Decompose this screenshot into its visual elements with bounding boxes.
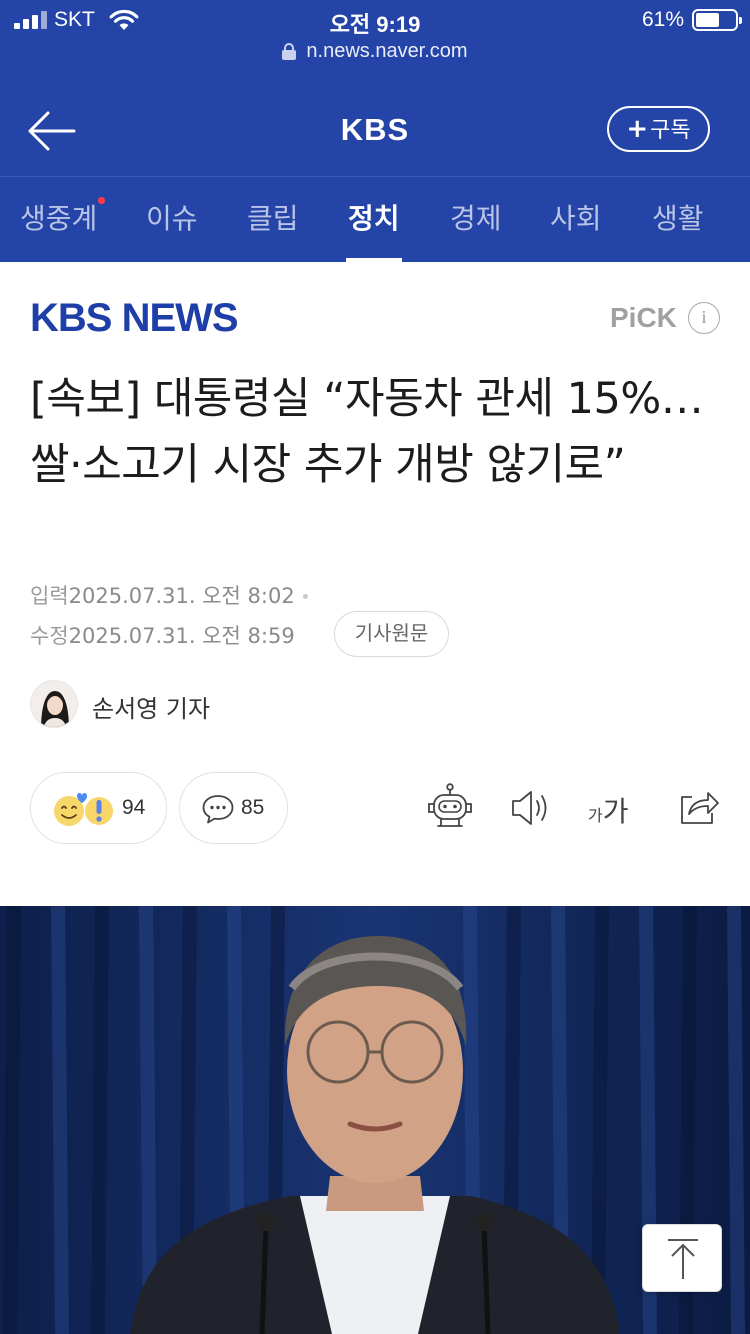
tab-label: 사회: [550, 202, 602, 235]
share-icon[interactable]: [672, 782, 724, 834]
arrow-up-icon: [668, 1239, 698, 1279]
reporter-name[interactable]: 손서영 기자: [92, 689, 210, 724]
top-bar: SKT 오전 9:19 61% n.news.naver.com KBS +구독…: [0, 0, 750, 263]
tab-politics[interactable]: 정치: [346, 177, 402, 263]
tab-label: 경제: [450, 202, 502, 235]
status-time: 오전 9:19: [329, 12, 421, 37]
comment-count: 85: [241, 796, 265, 819]
back-arrow-icon[interactable]: [26, 106, 78, 156]
speaker-icon[interactable]: [506, 782, 558, 834]
tab-society[interactable]: 사회: [550, 177, 602, 263]
tab-life[interactable]: 생활: [652, 177, 704, 263]
modified-label: 수정: [30, 624, 69, 648]
address-bar[interactable]: n.news.naver.com: [0, 40, 750, 70]
article-photo[interactable]: [0, 906, 750, 1334]
info-icon[interactable]: i: [688, 302, 720, 334]
press-logo[interactable]: KBS NEWS: [30, 298, 239, 338]
input-datetime: 2025.07.31. 오전 8:02: [68, 584, 295, 608]
lock-icon: [282, 43, 297, 60]
tab-label: 클립: [247, 202, 299, 235]
subscribe-label: 구독: [650, 118, 691, 143]
reaction-count: 94: [122, 796, 146, 819]
modified-datetime: 2025.07.31. 오전 8:59: [68, 624, 295, 648]
font-size-large: 가: [602, 795, 629, 828]
ai-summary-robot-icon[interactable]: [424, 782, 476, 834]
reaction-emoji-icon: [54, 793, 113, 826]
tab-label: 정치: [348, 202, 400, 235]
separator-dot: [302, 594, 308, 599]
reporter-avatar[interactable]: [30, 680, 78, 728]
tab-economy[interactable]: 경제: [450, 177, 502, 263]
modified-date: 수정2025.07.31. 오전 8:59: [30, 620, 295, 650]
reaction-button[interactable]: 94: [30, 772, 167, 844]
tab-label: 생활: [652, 202, 704, 235]
comment-button[interactable]: 85: [179, 772, 288, 844]
battery-percent: 61%: [641, 8, 684, 31]
category-tabs: 생중계 이슈 클립 정치 경제 사회 생활: [0, 176, 750, 263]
status-bar: SKT 오전 9:19 61%: [0, 0, 750, 40]
tab-label: 생중계: [20, 202, 98, 235]
article-headline: [속보] 대통령실 “자동차 관세 15%…쌀·소고기 시장 추가 개방 않기로…: [30, 374, 704, 490]
comment-icon: [202, 795, 234, 824]
input-label: 입력: [30, 584, 69, 608]
tab-clip[interactable]: 클립: [247, 177, 299, 263]
channel-header: KBS +구독: [0, 88, 750, 174]
plus-icon: +: [626, 114, 649, 144]
tab-label: 이슈: [146, 202, 198, 235]
subscribe-button[interactable]: +구독: [607, 106, 710, 152]
input-date: 입력2025.07.31. 오전 8:02: [30, 580, 308, 610]
battery-icon: [692, 9, 742, 31]
url-text: n.news.naver.com: [306, 40, 468, 62]
tab-live[interactable]: 생중계: [20, 177, 106, 263]
pick-label: PiCK: [610, 302, 677, 333]
font-size-small: 가: [588, 806, 603, 825]
original-article-button[interactable]: 기사원문: [334, 611, 449, 657]
live-dot: [98, 197, 106, 204]
font-size-button[interactable]: 가가: [588, 790, 629, 830]
scroll-to-top-button[interactable]: [642, 1224, 722, 1292]
tab-issue[interactable]: 이슈: [146, 177, 198, 263]
